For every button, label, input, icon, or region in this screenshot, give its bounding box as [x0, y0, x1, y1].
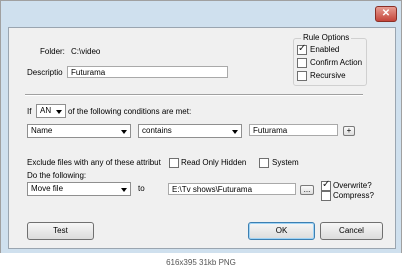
separator: [25, 94, 363, 96]
compress-label: Compress?: [333, 191, 374, 200]
ok-button[interactable]: OK: [248, 222, 315, 240]
chevron-down-icon: [56, 110, 62, 114]
overwrite-checkbox[interactable]: ✓: [321, 179, 331, 191]
confirm-action-checkbox[interactable]: [297, 58, 307, 68]
recursive-label: Recursive: [310, 71, 346, 80]
checkmark-icon: ✓: [298, 43, 307, 54]
conditions-label: of the following conditions are met:: [68, 107, 192, 116]
overwrite-label: Overwrite?: [333, 181, 372, 190]
system-label: System: [272, 158, 299, 167]
if-label: If: [27, 107, 32, 116]
add-condition-button[interactable]: +: [343, 126, 355, 136]
enabled-checkbox[interactable]: ✓: [297, 43, 307, 55]
folder-label: Folder:: [40, 47, 65, 56]
description-input[interactable]: Futurama: [67, 66, 228, 78]
chevron-down-icon: [232, 130, 238, 134]
hidden-label: Hidden: [221, 158, 247, 167]
close-icon: ✕: [381, 8, 391, 19]
destination-input[interactable]: E:\Tv shows\Futurama: [168, 183, 296, 195]
description-label: Descriptio: [27, 68, 63, 77]
plus-icon: +: [346, 126, 352, 135]
close-button[interactable]: ✕: [375, 6, 397, 22]
checkmark-icon: ✓: [322, 179, 331, 190]
condition-field-select[interactable]: Name: [27, 124, 131, 138]
action-label: Do the following:: [27, 171, 87, 180]
recursive-checkbox[interactable]: [297, 71, 307, 81]
test-button[interactable]: Test: [27, 222, 94, 240]
chevron-down-icon: [121, 130, 127, 134]
to-label: to: [138, 184, 145, 193]
rule-options-title: Rule Options: [301, 33, 352, 43]
match-mode-select[interactable]: AN: [36, 104, 66, 118]
hidden-checkbox[interactable]: [259, 158, 269, 168]
exclude-label: Exclude files with any of these attribut: [27, 158, 161, 167]
cancel-button[interactable]: Cancel: [320, 222, 383, 240]
browse-button[interactable]: ...: [300, 185, 314, 195]
chevron-down-icon: [121, 188, 127, 192]
action-type-select[interactable]: Move file: [27, 182, 131, 196]
folder-path: C:\video: [71, 47, 101, 56]
condition-value-input[interactable]: Futurama: [249, 124, 338, 136]
enabled-label: Enabled: [310, 45, 340, 54]
condition-operator-select[interactable]: contains: [138, 124, 242, 138]
confirm-action-label: Confirm Action: [310, 58, 363, 67]
image-caption-bar: 616x395 31kb PNG: [0, 253, 402, 273]
image-caption: 616x395 31kb PNG: [166, 258, 236, 267]
compress-checkbox[interactable]: [321, 191, 331, 201]
read-only-label: Read Only: [181, 158, 219, 167]
read-only-checkbox[interactable]: [169, 158, 179, 168]
title-bar: [1, 1, 399, 25]
